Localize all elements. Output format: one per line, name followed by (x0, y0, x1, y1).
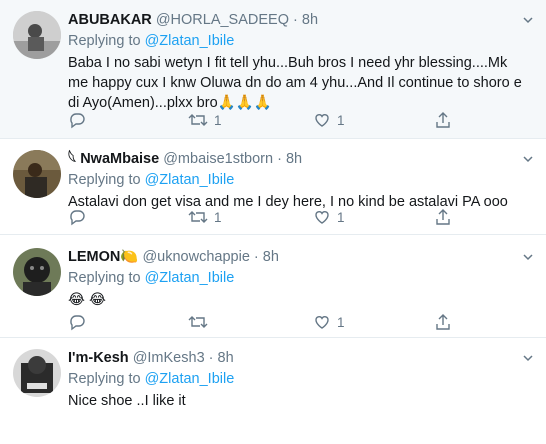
like-button[interactable]: 1 (313, 207, 345, 227)
display-name[interactable]: ABUBAKAR (68, 12, 152, 28)
retweet-button[interactable]: 1 (188, 207, 222, 227)
replying-to: Replying to @Zlatan_Ibile (68, 370, 522, 389)
tweet-header: ABUBAKAR @HORLA_SADEEQ · 8h (68, 11, 522, 29)
heart-icon (315, 114, 329, 127)
avatar[interactable] (13, 349, 61, 397)
tweet-actions: 1 (68, 312, 468, 332)
user-handle[interactable]: @ImKesh3 (133, 350, 205, 366)
avatar-image (13, 349, 61, 397)
replying-prefix: Replying to (68, 371, 141, 387)
retweet-icon (188, 114, 208, 126)
retweet-count: 1 (214, 209, 222, 225)
tweet-header: I'm-Kesh @ImKesh3 · 8h (68, 349, 522, 367)
avatar-image (13, 11, 61, 59)
reply-button[interactable] (68, 207, 92, 227)
separator-dot: · (277, 151, 282, 167)
avatar[interactable] (13, 11, 61, 59)
reply-icon (70, 315, 85, 331)
like-count: 1 (337, 209, 345, 225)
avatar-image (13, 248, 61, 296)
tweet-actions: 1 1 (68, 207, 468, 227)
reply-button[interactable] (68, 110, 92, 130)
replying-to-link[interactable]: @Zlatan_Ibile (145, 371, 235, 387)
replying-to-link[interactable]: @Zlatan_Ibile (145, 172, 235, 188)
tweet[interactable]: I'm-Kesh @ImKesh3 · 8h Replying to @Zlat… (0, 338, 546, 444)
tweet-header: LEMON🍋 @uknowchappie · 8h (68, 248, 522, 266)
timestamp[interactable]: 8h (302, 12, 318, 28)
retweet-button[interactable]: 1 (188, 110, 222, 130)
replying-to-link[interactable]: @Zlatan_Ibile (145, 33, 235, 49)
like-count: 1 (337, 112, 345, 128)
heart-icon (315, 316, 329, 329)
like-count: 1 (337, 314, 345, 330)
heart-icon (315, 211, 329, 224)
reply-icon (70, 113, 85, 129)
user-handle[interactable]: @HORLA_SADEEQ (156, 12, 289, 28)
tweet[interactable]: LEMON🍋 @uknowchappie · 8h Replying to @Z… (0, 235, 546, 338)
reply-icon (70, 210, 85, 226)
user-handle[interactable]: @mbaise1stborn (163, 151, 273, 167)
separator-dot: · (208, 350, 214, 366)
user-handle[interactable]: @uknowchappie (142, 249, 249, 265)
tweet[interactable]: 𓆩 NwaMbaise @mbaise1stborn · 8h Replying… (0, 139, 546, 235)
chevron-down-icon[interactable] (522, 251, 534, 263)
name-prefix-symbol: 𓆩 (68, 151, 77, 167)
replying-prefix: Replying to (68, 172, 141, 188)
tweet-actions: 1 1 (68, 110, 468, 130)
reply-feed: ABUBAKAR @HORLA_SADEEQ · 8h Replying to … (0, 0, 546, 444)
replying-to: Replying to @Zlatan_Ibile (68, 32, 522, 51)
replying-to: Replying to @Zlatan_Ibile (68, 269, 522, 288)
like-button[interactable]: 1 (313, 110, 345, 130)
avatar-image (13, 150, 61, 198)
display-name[interactable]: I'm-Kesh (68, 350, 129, 366)
tweet-header: 𓆩 NwaMbaise @mbaise1stborn · 8h (68, 150, 522, 168)
replying-prefix: Replying to (68, 33, 141, 49)
chevron-down-icon[interactable] (522, 14, 534, 26)
share-icon (436, 209, 450, 225)
display-name[interactable]: LEMON (68, 249, 120, 265)
replying-prefix: Replying to (68, 270, 141, 286)
like-button[interactable]: 1 (313, 312, 345, 332)
display-name[interactable]: NwaMbaise (80, 151, 159, 167)
timestamp[interactable]: 8h (263, 249, 279, 265)
timestamp[interactable]: 8h (286, 151, 302, 167)
retweet-count: 1 (214, 112, 222, 128)
separator-dot: · (253, 249, 259, 265)
chevron-down-icon[interactable] (522, 153, 534, 165)
replying-to: Replying to @Zlatan_Ibile (68, 171, 522, 190)
retweet-icon (188, 316, 208, 328)
share-icon (436, 112, 450, 128)
name-emoji: 🍋 (120, 249, 139, 265)
tweet[interactable]: ABUBAKAR @HORLA_SADEEQ · 8h Replying to … (0, 0, 546, 139)
avatar[interactable] (13, 248, 61, 296)
avatar[interactable] (13, 150, 61, 198)
tweet-text: Nice shoe ..I like it (68, 393, 186, 409)
share-icon (436, 314, 450, 330)
retweet-button[interactable] (188, 312, 214, 332)
share-button[interactable] (434, 207, 452, 227)
timestamp[interactable]: 8h (218, 350, 234, 366)
tweet-text: 😂 😂 (68, 292, 106, 308)
chevron-down-icon[interactable] (522, 352, 534, 364)
retweet-icon (188, 211, 208, 223)
separator-dot: · (293, 12, 298, 28)
share-button[interactable] (434, 312, 452, 332)
tweet-text: Baba I no sabi wetyn I fit tell yhu...Bu… (68, 55, 522, 111)
share-button[interactable] (434, 110, 452, 130)
reply-button[interactable] (68, 312, 92, 332)
replying-to-link[interactable]: @Zlatan_Ibile (145, 270, 235, 286)
